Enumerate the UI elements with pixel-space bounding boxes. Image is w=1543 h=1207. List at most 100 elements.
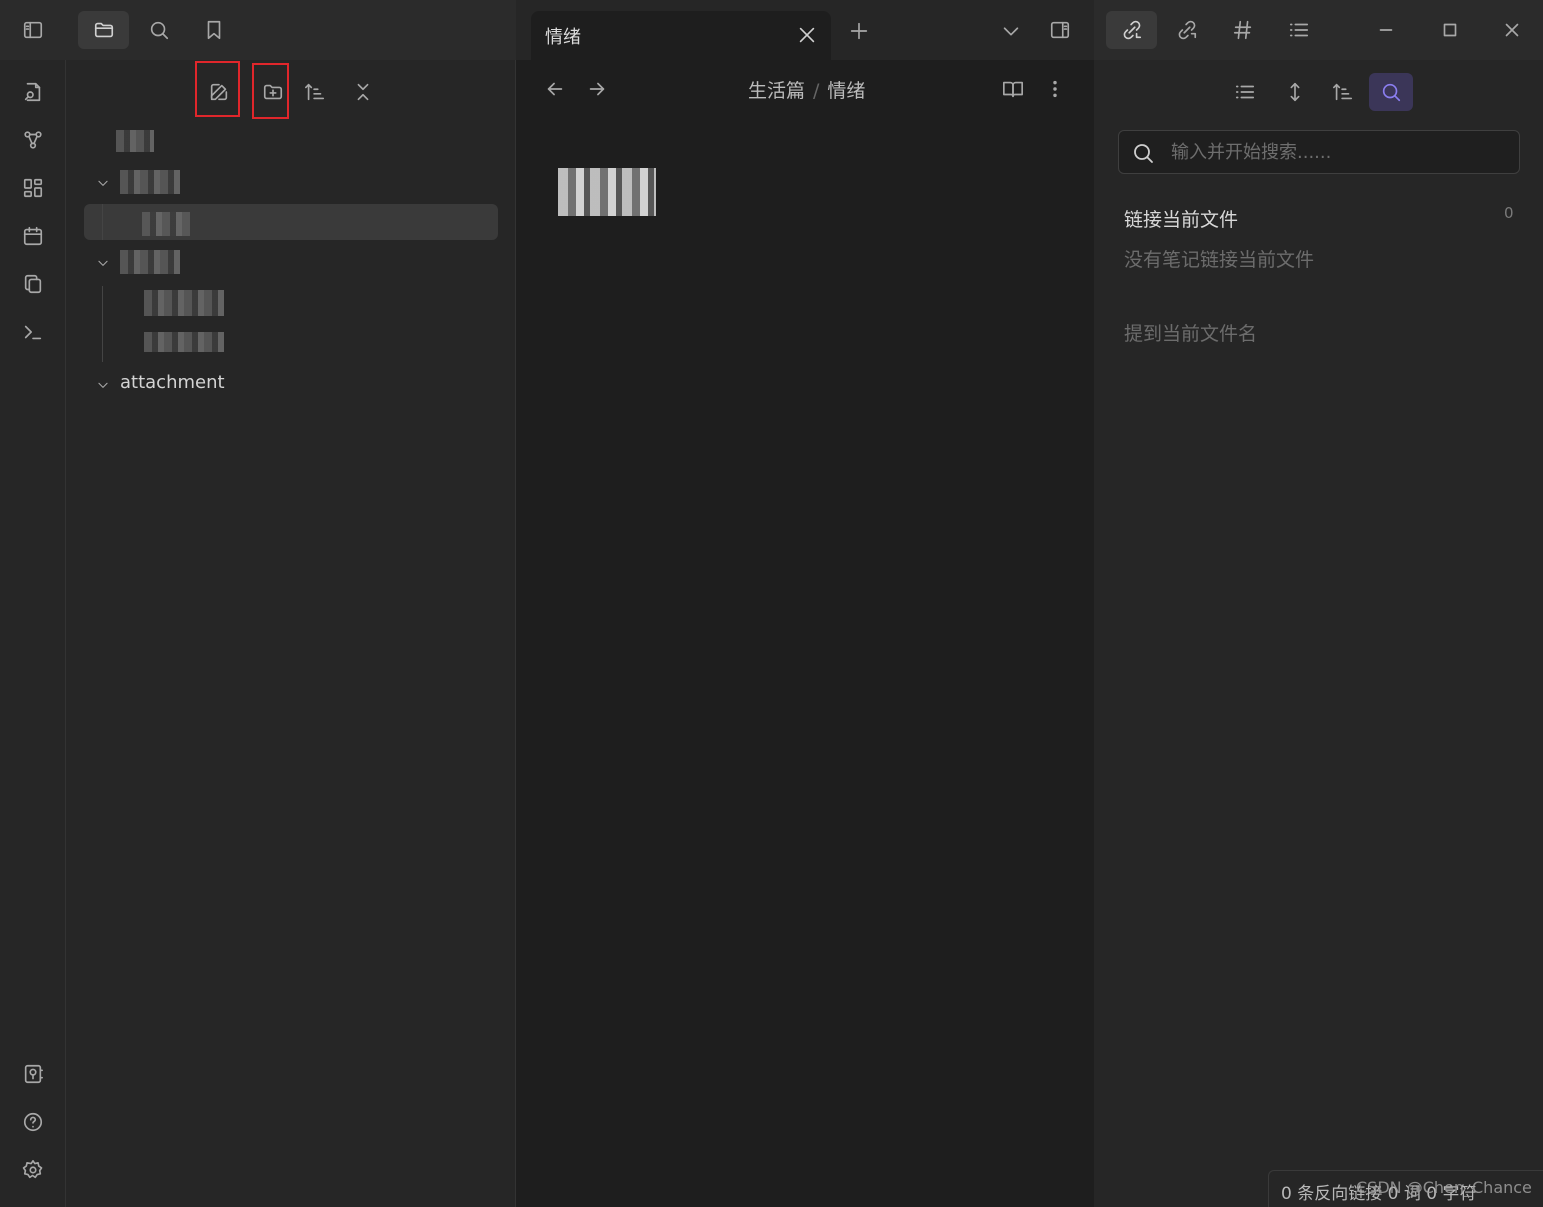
show-search-filter-button[interactable] <box>1369 73 1413 111</box>
tree-item-file-1-redacted[interactable] <box>116 130 154 152</box>
folder-icon <box>94 22 113 38</box>
watermark: CSDN @Chen_Chance <box>1356 1178 1532 1197</box>
collapse-icon <box>357 83 369 101</box>
search-tab-button[interactable] <box>138 12 180 48</box>
expand-vertical-icon <box>1290 82 1300 102</box>
show-more-context-button[interactable] <box>1276 74 1314 110</box>
tree-item-file-4-redacted[interactable] <box>144 332 224 352</box>
reading-view-button[interactable] <box>996 72 1030 106</box>
collapse-results-button[interactable] <box>1226 74 1264 110</box>
breadcrumb-current[interactable]: 情绪 <box>827 80 865 102</box>
file-search-icon <box>24 82 41 102</box>
chevron-down-icon[interactable] <box>96 378 110 392</box>
toggle-right-sidebar-button[interactable] <box>1040 12 1080 48</box>
tree-folder-1-redacted[interactable] <box>120 170 180 194</box>
outline-tab-button[interactable] <box>1278 12 1320 48</box>
tab-list-dropdown[interactable] <box>994 14 1028 48</box>
navigate-forward-button[interactable] <box>580 72 614 106</box>
maximize-icon <box>1443 23 1457 37</box>
sidebar-right-icon <box>1050 21 1070 39</box>
maximize-button[interactable] <box>1428 12 1472 48</box>
open-quick-switcher-button[interactable] <box>12 74 54 110</box>
vault-icon <box>24 1064 43 1084</box>
search-icon <box>1134 144 1153 163</box>
chevron-down-icon <box>1003 27 1019 36</box>
sort-ascending-icon <box>305 83 325 101</box>
title-bar: 情绪 <box>0 0 1543 60</box>
change-sort-order-button[interactable] <box>296 74 334 110</box>
tree-item-file-2-redacted[interactable] <box>142 212 190 236</box>
collapse-all-button[interactable] <box>344 74 382 110</box>
outgoing-link-icon <box>1178 20 1197 40</box>
hash-icon <box>1233 20 1252 40</box>
highlight-box-new-folder <box>252 63 289 119</box>
note-title-redacted[interactable] <box>558 168 656 216</box>
tree-folder-attachment[interactable]: attachment <box>120 372 225 393</box>
backlinks-panel: 链接当前文件 0 没有笔记链接当前文件 提到当前文件名 <box>1094 60 1543 1207</box>
outgoing-links-tab-button[interactable] <box>1166 12 1208 48</box>
linked-mentions-empty: 没有笔记链接当前文件 <box>1124 249 1315 271</box>
layout-grid-icon <box>23 178 43 198</box>
graph-icon <box>24 131 42 149</box>
toggle-left-sidebar-button[interactable] <box>12 12 54 48</box>
bookmarks-tab-button[interactable] <box>193 12 235 48</box>
insert-template-button[interactable] <box>12 266 54 302</box>
search-icon <box>150 21 169 40</box>
chevron-down-icon[interactable] <box>96 176 110 190</box>
plus-icon <box>850 22 868 40</box>
backlink-icon <box>1123 20 1141 40</box>
open-command-palette-button[interactable] <box>12 314 54 350</box>
file-explorer-panel: attachment <box>66 60 516 1207</box>
close-window-button[interactable] <box>1490 12 1534 48</box>
breadcrumb-parent[interactable]: 生活篇 <box>748 80 805 102</box>
tab-title: 情绪 <box>545 27 581 48</box>
help-icon <box>23 1112 43 1132</box>
copy-icon <box>24 274 42 294</box>
new-tab-button[interactable] <box>842 14 876 48</box>
sidebar-left-icon <box>23 21 43 39</box>
bookmark-icon <box>207 20 221 40</box>
tree-indent-guide <box>102 204 103 240</box>
more-vertical-icon <box>1053 80 1057 98</box>
more-options-button[interactable] <box>1040 72 1070 106</box>
tags-tab-button[interactable] <box>1222 12 1264 48</box>
linked-mentions-title[interactable]: 链接当前文件 <box>1124 205 1238 232</box>
highlight-box-new-note <box>195 61 240 117</box>
open-canvas-button[interactable] <box>12 170 54 206</box>
open-vault-button[interactable] <box>12 1056 54 1092</box>
editor-tab[interactable]: 情绪 <box>531 11 831 60</box>
file-explorer-tab-button[interactable] <box>78 11 129 49</box>
unlinked-mentions-title[interactable]: 提到当前文件名 <box>1124 319 1257 346</box>
tree-folder-2-redacted[interactable] <box>120 250 180 274</box>
list-icon <box>1235 85 1255 99</box>
list-icon <box>1289 23 1309 37</box>
minimize-icon <box>1379 29 1393 31</box>
close-tab-button[interactable] <box>793 21 821 49</box>
open-daily-note-button[interactable] <box>12 218 54 254</box>
arrow-right-icon <box>589 82 605 96</box>
backlinks-search-box <box>1118 130 1520 174</box>
editor-pane: 生活篇 / 情绪 <box>516 60 1094 1207</box>
backlinks-tab-button[interactable] <box>1106 11 1157 49</box>
book-open-icon <box>1003 81 1023 98</box>
help-button[interactable] <box>12 1104 54 1140</box>
tree-item-file-3-redacted[interactable] <box>144 290 224 316</box>
backlinks-search-input[interactable] <box>1171 139 1501 165</box>
navigate-back-button[interactable] <box>538 72 572 106</box>
ribbon <box>0 60 66 1207</box>
arrow-left-icon <box>547 82 563 96</box>
breadcrumb-separator: / <box>813 80 820 102</box>
settings-button[interactable] <box>12 1152 54 1188</box>
change-sort-order-button[interactable] <box>1324 74 1362 110</box>
terminal-icon <box>24 325 42 340</box>
minimize-button[interactable] <box>1364 12 1408 48</box>
close-icon <box>799 27 815 43</box>
calendar-icon <box>23 226 43 246</box>
close-icon <box>1505 23 1519 37</box>
search-icon <box>1382 83 1401 102</box>
linked-mentions-count: 0 <box>1504 204 1514 222</box>
chevron-down-icon[interactable] <box>96 256 110 270</box>
tree-indent-guide <box>102 286 103 362</box>
gear-icon <box>22 1160 43 1179</box>
open-graph-view-button[interactable] <box>12 122 54 158</box>
